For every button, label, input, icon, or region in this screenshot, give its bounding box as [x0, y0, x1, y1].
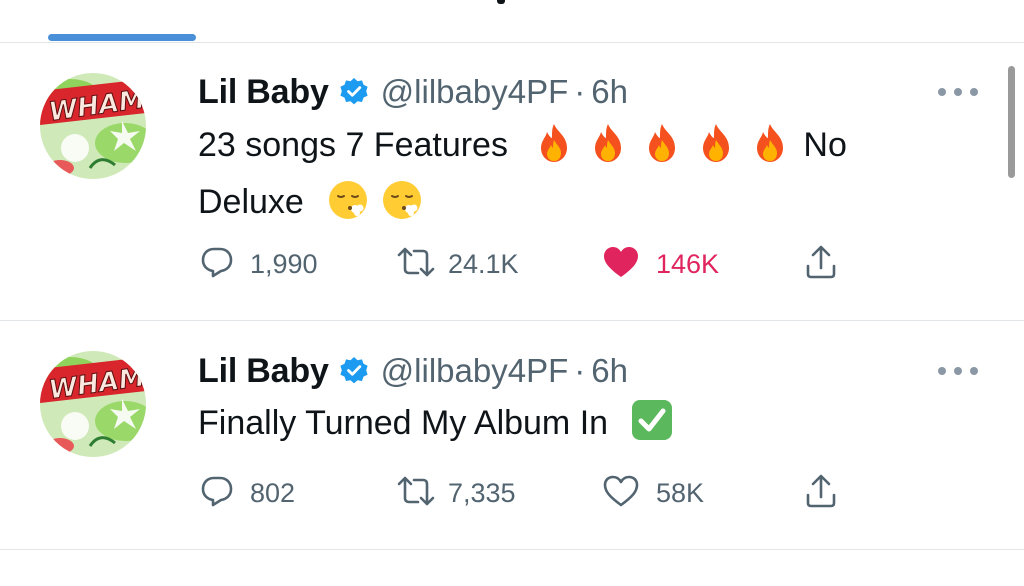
tweet-text: Finally Turned My Album In — [198, 398, 918, 456]
active-tab-indicator — [48, 34, 196, 41]
fire-emoji — [533, 122, 575, 178]
retweet-count: 7,335 — [448, 477, 516, 508]
tweet[interactable]: WHAM Lil Baby @lilbaby4PF · 6h Finally T… — [0, 321, 1024, 549]
share-button[interactable] — [804, 244, 838, 284]
tweet-text-line1: Finally Turned My Album In — [198, 404, 609, 442]
like-count: 146K — [656, 248, 720, 279]
avatar[interactable]: WHAM — [40, 73, 146, 179]
fire-emoji — [749, 122, 791, 178]
retweet-count: 24.1K — [448, 248, 519, 279]
separator-dot: · — [574, 73, 586, 110]
tweet[interactable]: WHAM Lil Baby @lilbaby4PF · 6h 23 songs … — [0, 43, 1024, 320]
retweet-button[interactable]: 24.1K — [396, 244, 519, 284]
reply-button[interactable]: 1,990 — [200, 244, 318, 284]
like-count: 58K — [656, 477, 705, 508]
fire-emoji — [587, 122, 629, 178]
tweet-actions: 802 7,335 58K — [198, 473, 858, 513]
tweet-header: Lil Baby @lilbaby4PF · 6h — [198, 349, 628, 393]
reply-button[interactable]: 802 — [200, 473, 295, 513]
tweet-header: Lil Baby @lilbaby4PF · 6h — [198, 70, 628, 114]
more-icon[interactable] — [938, 365, 978, 377]
more-icon[interactable] — [938, 86, 978, 98]
tweet-text-no: No — [803, 126, 847, 164]
author-name[interactable]: Lil Baby — [198, 73, 329, 112]
like-icon — [602, 474, 640, 513]
retweet-icon — [396, 474, 436, 513]
fire-emoji — [695, 122, 737, 178]
like-button[interactable]: 58K — [602, 473, 704, 513]
tweet-actions: 1,990 24.1K 146K — [198, 244, 858, 284]
author-handle[interactable]: @lilbaby4PF — [381, 73, 569, 111]
tab-label-fragment[interactable] — [497, 0, 505, 4]
share-icon — [804, 473, 838, 514]
check-mark-button-emoji — [630, 398, 674, 456]
avatar[interactable]: WHAM — [40, 351, 146, 457]
tweet-text: 23 songs 7 Features No Deluxe — [198, 121, 918, 235]
share-button[interactable] — [804, 473, 838, 513]
scrollbar[interactable] — [1008, 66, 1015, 178]
share-icon — [804, 244, 838, 285]
reply-icon — [200, 474, 234, 513]
tab-bar — [0, 0, 1024, 44]
face-exhaling-emoji — [327, 179, 369, 235]
like-button[interactable]: 146K — [602, 244, 719, 284]
tweet-text-line2: Deluxe — [198, 183, 304, 221]
separator-dot: · — [574, 352, 586, 389]
like-icon — [602, 245, 640, 284]
verified-badge-icon — [339, 356, 369, 386]
author-name[interactable]: Lil Baby — [198, 352, 329, 391]
tweet-text-line1: 23 songs 7 Features — [198, 126, 508, 164]
verified-badge-icon — [339, 77, 369, 107]
retweet-icon — [396, 245, 436, 284]
divider — [0, 549, 1024, 550]
reply-count: 802 — [250, 477, 296, 508]
fire-emoji — [641, 122, 683, 178]
timestamp[interactable]: 6h — [591, 73, 628, 111]
retweet-button[interactable]: 7,335 — [396, 473, 516, 513]
timestamp[interactable]: 6h — [591, 352, 628, 390]
reply-count: 1,990 — [250, 248, 318, 279]
face-exhaling-emoji — [381, 179, 423, 235]
reply-icon — [200, 245, 234, 284]
author-handle[interactable]: @lilbaby4PF — [381, 352, 569, 390]
